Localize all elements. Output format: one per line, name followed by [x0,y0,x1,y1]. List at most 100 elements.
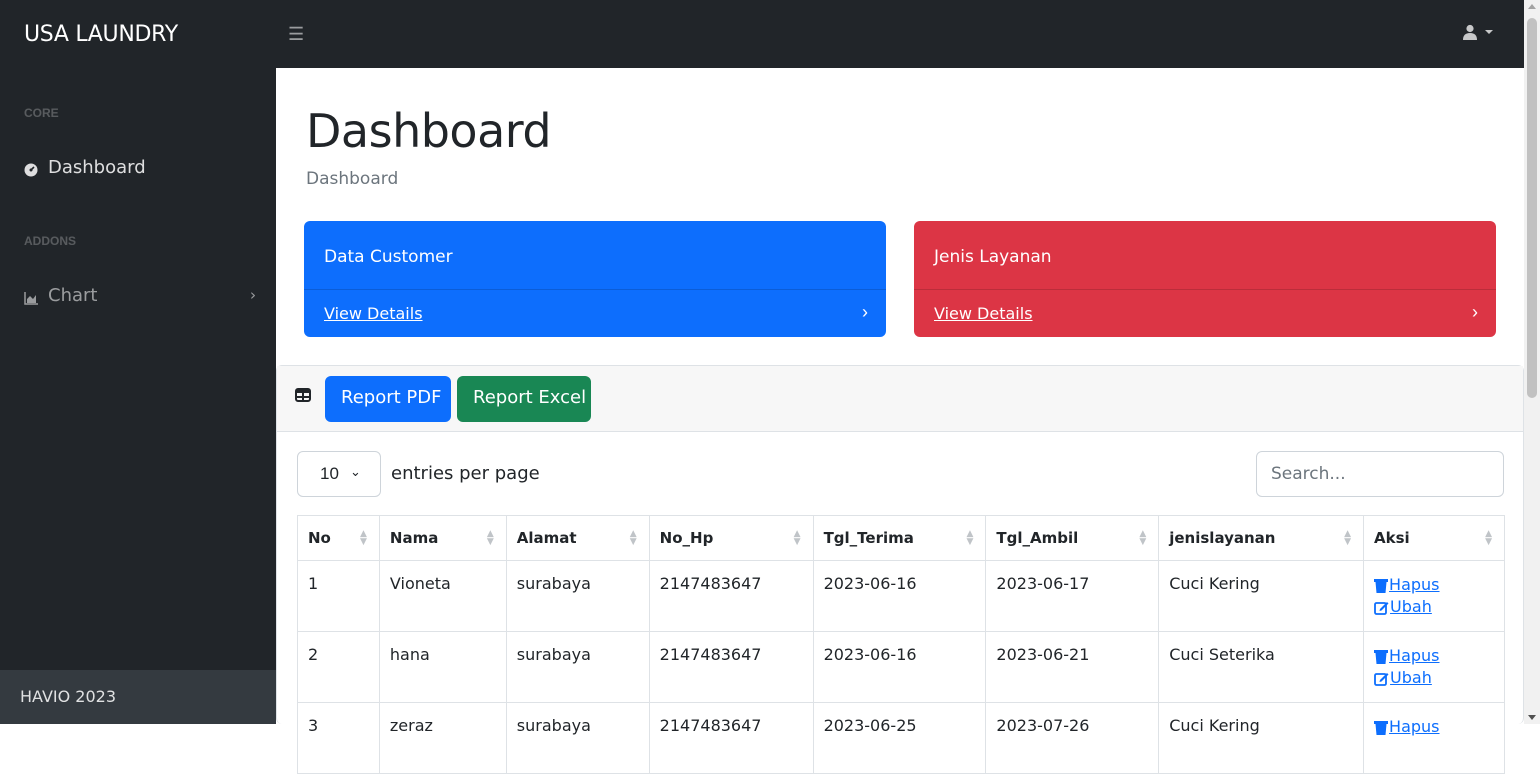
column-header-tgl-ambil[interactable]: Tgl_Ambil ▲ ▼ [985,515,1160,561]
cell-nama: zeraz [378,702,507,774]
sidebar-heading-core: CORE [24,106,59,120]
sidebar: CORE Dashboard ADDONS Chart › HAVIO 2023 [0,68,276,724]
cell-no-hp: 2147483647 [648,560,814,632]
sort-icon: ▲ ▼ [1139,529,1147,547]
caret-down-icon [1484,29,1494,35]
cell-aksi: Hapus Ubah [1363,631,1505,703]
sidebar-item-dashboard[interactable]: Dashboard [24,157,260,178]
sidebar-footer: HAVIO 2023 [0,670,276,724]
user-icon [1462,24,1478,40]
cell-aksi: Hapus Ubah [1363,560,1505,632]
cell-tgl-terima: 2023-06-16 [812,631,987,703]
chevron-right-icon[interactable]: › [1472,302,1478,323]
delete-link[interactable]: Hapus [1374,716,1494,738]
report-pdf-button[interactable]: Report PDF [325,376,451,422]
page-scrollbar[interactable] [1524,0,1540,724]
page-title: Dashboard [306,104,552,158]
data-table: No ▲ ▼ Nama ▲ ▼ Alamat ▲ ▼ No_Hp ▲ ▼ Tgl_Terima ▲… [297,515,1505,774]
view-details-link[interactable]: View Details [324,304,423,323]
column-header-tgl-terima[interactable]: Tgl_Terima ▲ ▼ [812,515,987,561]
cell-no: 1 [297,560,380,632]
scroll-down-arrow-icon[interactable] [1528,715,1536,720]
delete-link[interactable]: Hapus [1374,574,1494,596]
cell-no: 3 [297,702,380,774]
main-content: Dashboard Dashboard Data Customer View D… [276,68,1524,774]
top-navbar: USA LAUNDRY ☰ [0,0,1524,68]
datatable-card-header: Report PDF Report Excel [277,366,1523,432]
cell-aksi: Hapus [1363,702,1505,774]
column-header-jenislayanan[interactable]: jenislayanan ▲ ▼ [1158,515,1365,561]
chevron-right-icon[interactable]: › [862,302,868,323]
user-dropdown[interactable] [1462,24,1494,40]
entries-per-page-value: 10 [320,464,339,483]
sidebar-toggle-button[interactable]: ☰ [288,24,304,45]
card-title: Jenis Layanan [934,247,1052,267]
cell-alamat: surabaya [505,631,650,703]
table-row: 3 zeraz surabaya 2147483647 2023-06-25 2… [297,702,1505,774]
trash-icon [1374,649,1389,664]
card-footer: View Details › [304,289,886,337]
entries-per-page-select[interactable]: 10 ⌄ [297,451,381,497]
search-input[interactable] [1256,451,1504,497]
trash-icon [1374,720,1389,735]
cell-no: 2 [297,631,380,703]
sort-icon: ▲ ▼ [1485,529,1492,547]
edit-link[interactable]: Ubah [1374,596,1494,618]
cell-nama: hana [378,631,507,703]
sort-icon: ▲ ▼ [359,529,367,547]
sidebar-item-chart[interactable]: Chart › [24,285,260,306]
column-header-nama[interactable]: Nama ▲ ▼ [378,515,507,561]
cell-tgl-ambil: 2023-07-26 [985,702,1160,774]
datatable-card: Report PDF Report Excel 10 ⌄ entries per… [276,365,1524,774]
cell-jenislayanan: Cuci Seterika [1158,631,1365,703]
column-header-no-hp[interactable]: No_Hp ▲ ▼ [648,515,814,561]
cell-no-hp: 2147483647 [648,702,814,774]
cell-jenislayanan: Cuci Kering [1158,702,1365,774]
card-title: Data Customer [324,247,453,267]
card-footer: View Details › [914,289,1496,337]
chevron-down-icon: ⌄ [350,464,361,479]
entries-per-page-label: entries per page [391,463,540,484]
sidebar-item-label: Chart [48,285,98,306]
cell-tgl-ambil: 2023-06-17 [985,560,1160,632]
cell-tgl-terima: 2023-06-16 [812,560,987,632]
report-excel-button[interactable]: Report Excel [457,376,591,422]
edit-icon [1374,601,1389,615]
sort-icon: ▲ ▼ [629,529,637,547]
trash-icon [1374,578,1389,593]
view-details-link[interactable]: View Details [934,304,1033,323]
edit-link[interactable]: Ubah [1374,667,1494,689]
sort-icon: ▲ ▼ [793,529,801,547]
sort-icon: ▲ ▼ [966,529,974,547]
card-jenis-layanan: Jenis Layanan View Details › [914,221,1496,337]
column-header-no[interactable]: No ▲ ▼ [297,515,380,561]
cell-alamat: surabaya [505,702,650,774]
sidebar-heading-addons: ADDONS [24,234,77,248]
column-header-alamat[interactable]: Alamat ▲ ▼ [505,515,650,561]
sidebar-item-label: Dashboard [48,157,146,178]
cell-tgl-ambil: 2023-06-21 [985,631,1160,703]
cell-jenislayanan: Cuci Kering [1158,560,1365,632]
scrollbar-thumb[interactable] [1527,18,1537,398]
chevron-right-icon: › [250,286,256,304]
sort-icon: ▲ ▼ [1344,529,1352,547]
cell-no-hp: 2147483647 [648,631,814,703]
delete-link[interactable]: Hapus [1374,645,1494,667]
card-data-customer: Data Customer View Details › [304,221,886,337]
sort-icon: ▲ ▼ [486,529,494,547]
table-header-row: No ▲ ▼ Nama ▲ ▼ Alamat ▲ ▼ No_Hp ▲ ▼ Tgl_Terima ▲… [297,515,1505,561]
hamburger-icon: ☰ [288,24,305,44]
brand-link[interactable]: USA LAUNDRY [24,22,178,47]
tachometer-icon [24,161,38,176]
table-row: 2 hana surabaya 2147483647 2023-06-16 20… [297,631,1505,703]
edit-icon [1374,672,1389,686]
breadcrumb: Dashboard [306,169,399,189]
column-header-aksi[interactable]: Aksi ▲ ▼ [1363,515,1505,561]
table-icon [295,388,311,407]
scroll-up-arrow-icon[interactable] [1528,4,1536,9]
area-chart-icon [24,289,38,305]
cell-tgl-terima: 2023-06-25 [812,702,987,774]
table-row: 1 Vioneta surabaya 2147483647 2023-06-16… [297,560,1505,632]
cell-alamat: surabaya [505,560,650,632]
cell-nama: Vioneta [378,560,507,632]
